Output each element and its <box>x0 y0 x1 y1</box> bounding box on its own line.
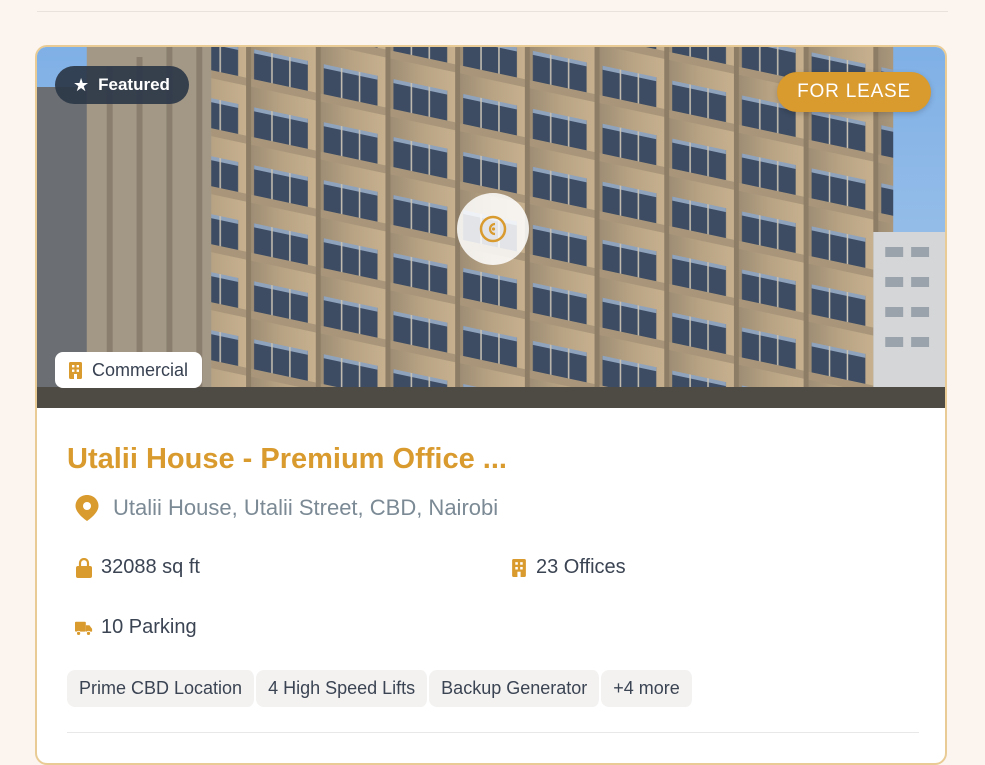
location-text: Utalii House, Utalii Street, CBD, Nairob… <box>113 495 499 520</box>
amenities-list: Prime CBD Location 4 High Speed Lifts Ba… <box>67 670 694 707</box>
parking-stat: 10 Parking <box>75 616 197 639</box>
area-text: 32088 sq ft <box>101 556 200 578</box>
map-pin-icon <box>75 495 99 521</box>
card-divider <box>67 732 919 733</box>
featured-label: Featured <box>98 75 170 94</box>
more-amenities-chip[interactable]: +4 more <box>601 670 694 707</box>
property-title[interactable]: Utalii House - Premium Office ... <box>67 443 507 476</box>
offices-text: 23 Offices <box>536 556 626 578</box>
property-type-label: Commercial <box>92 359 189 380</box>
property-type-badge: Commercial <box>55 352 203 388</box>
featured-badge: ★ Featured <box>55 66 189 104</box>
top-divider <box>37 11 948 12</box>
property-image[interactable]: ★ Featured FOR LEASE Commercial <box>37 47 945 408</box>
truck-icon <box>75 621 93 636</box>
lock-icon <box>76 557 92 578</box>
amenity-chip: Backup Generator <box>429 670 602 707</box>
listing-type-badge: FOR LEASE <box>777 72 931 112</box>
property-location: Utalii House, Utalii Street, CBD, Nairob… <box>75 495 498 521</box>
view-button[interactable] <box>457 193 529 265</box>
parking-text: 10 Parking <box>101 616 197 638</box>
property-card[interactable]: ★ Featured FOR LEASE Commercial Utalii H… <box>35 45 947 765</box>
amenity-chip: 4 High Speed Lifts <box>256 670 430 707</box>
view-icon <box>479 215 507 243</box>
offices-stat: 23 Offices <box>510 556 626 579</box>
area-stat: 32088 sq ft <box>75 556 200 579</box>
amenity-chip: Prime CBD Location <box>67 670 257 707</box>
building-icon <box>69 361 82 379</box>
star-icon: ★ <box>73 75 90 95</box>
building-icon <box>512 558 526 577</box>
